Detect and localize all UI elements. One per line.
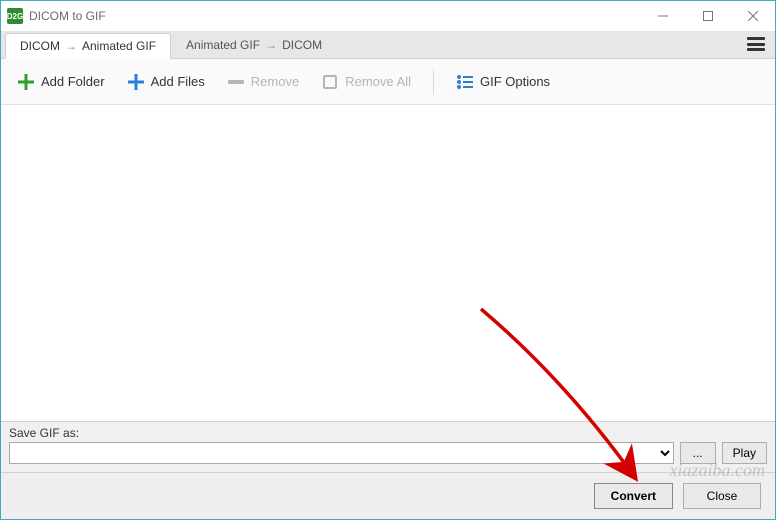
remove-button[interactable]: Remove [221,69,305,95]
titlebar: D2G DICOM to GIF [1,1,775,31]
tab-label-from: DICOM [20,39,60,53]
toolbar-label: GIF Options [480,74,550,89]
close-button[interactable]: Close [683,483,761,509]
toolbar: Add Folder Add Files Remove Remove All [1,59,775,105]
footer: Convert Close [1,473,775,519]
menu-button[interactable] [745,35,767,53]
plus-icon [127,73,145,91]
remove-all-button[interactable]: Remove All [315,69,417,95]
save-label: Save GIF as: [9,426,767,440]
minimize-button[interactable] [640,1,685,31]
file-list-area[interactable] [1,105,775,421]
add-folder-button[interactable]: Add Folder [11,69,111,95]
plus-icon [17,73,35,91]
window-controls [640,1,775,31]
toolbar-label: Remove [251,74,299,89]
maximize-icon [703,11,713,21]
list-icon [456,73,474,91]
hamburger-icon [747,37,765,40]
arrow-right-icon: → [65,39,77,53]
toolbar-separator [433,69,434,95]
save-panel: Save GIF as: ... Play [1,421,775,473]
tab-label-from: Animated GIF [186,38,260,52]
square-icon [321,73,339,91]
gif-options-button[interactable]: GIF Options [450,69,556,95]
app-icon: D2G [7,8,23,24]
close-icon [748,11,758,21]
application-window: D2G DICOM to GIF DICOM → Animated GIF An… [0,0,776,520]
browse-button[interactable]: ... [680,442,716,464]
toolbar-label: Remove All [345,74,411,89]
tab-dicom-to-gif[interactable]: DICOM → Animated GIF [5,33,171,59]
tab-strip: DICOM → Animated GIF Animated GIF → DICO… [1,31,775,59]
tab-gif-to-dicom[interactable]: Animated GIF → DICOM [171,32,337,58]
minimize-icon [658,11,668,21]
window-title: DICOM to GIF [29,9,640,23]
tab-label-to: Animated GIF [82,39,156,53]
maximize-button[interactable] [685,1,730,31]
save-path-combo[interactable] [9,442,674,464]
toolbar-label: Add Folder [41,74,105,89]
minus-icon [227,73,245,91]
arrow-right-icon: → [265,38,277,52]
play-button[interactable]: Play [722,442,767,464]
close-window-button[interactable] [730,1,775,31]
convert-button[interactable]: Convert [594,483,673,509]
toolbar-label: Add Files [151,74,205,89]
tab-label-to: DICOM [282,38,322,52]
add-files-button[interactable]: Add Files [121,69,211,95]
